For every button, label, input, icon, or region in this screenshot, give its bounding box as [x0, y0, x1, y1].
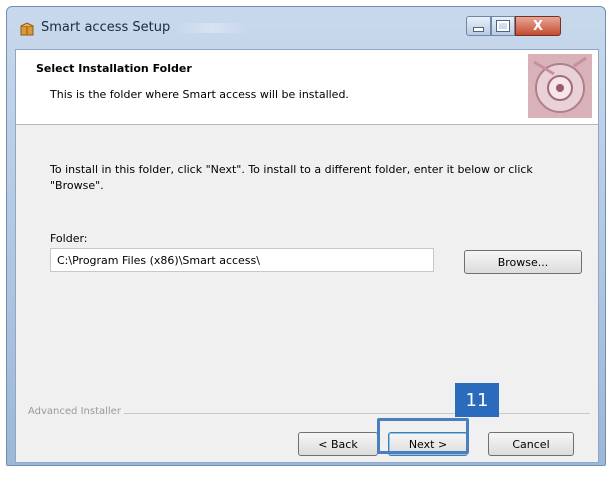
maximize-icon	[496, 20, 510, 32]
minimize-icon	[473, 26, 484, 32]
setup-window: Smart access Setup X Select Installation…	[6, 6, 606, 466]
advanced-installer-label: Advanced Installer	[28, 406, 121, 417]
instructions-text: To install in this folder, click "Next".…	[50, 163, 533, 192]
title-bar[interactable]: Smart access Setup X	[7, 7, 605, 49]
dialog-client-area: Select Installation Folder This is the f…	[15, 49, 599, 463]
back-button[interactable]: < Back	[298, 432, 378, 456]
maximize-button[interactable]	[491, 16, 515, 36]
close-icon: X	[532, 18, 544, 34]
next-button-highlight	[377, 418, 469, 454]
title-bar-background-blur	[177, 23, 247, 33]
footer-divider	[124, 413, 590, 414]
page-subtitle: This is the folder where Smart access wi…	[50, 88, 349, 101]
installer-box-icon	[20, 22, 34, 36]
close-button[interactable]: X	[515, 16, 561, 36]
step-number-badge: 11	[455, 383, 499, 417]
minimize-button[interactable]	[466, 16, 491, 36]
folder-path-input[interactable]	[50, 248, 434, 272]
installer-disc-graphic	[528, 54, 592, 118]
page-title: Select Installation Folder	[36, 62, 192, 75]
cancel-button[interactable]: Cancel	[488, 432, 574, 456]
window-title: Smart access Setup	[41, 20, 171, 35]
browse-button[interactable]: Browse...	[464, 250, 582, 274]
folder-label: Folder:	[50, 232, 88, 245]
dialog-header: Select Installation Folder This is the f…	[16, 50, 598, 125]
